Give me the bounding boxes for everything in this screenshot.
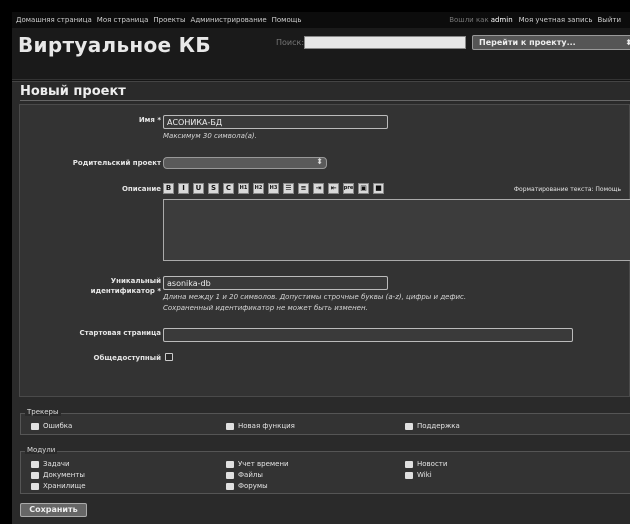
trackers-fieldset: Трекеры Ошибка Новая функция Поддержка (20, 408, 630, 435)
project-jump-label: Перейти к проекту... (479, 38, 576, 47)
checkbox-checked-icon[interactable] (226, 422, 234, 430)
unordered-list-icon[interactable]: ☰ (283, 183, 294, 194)
current-user[interactable]: admin (491, 16, 513, 24)
app-title: Виртуальное КБ (18, 33, 211, 57)
checkbox-checked-icon[interactable] (405, 471, 413, 479)
identifier-input[interactable]: asonika-db (163, 276, 388, 290)
tracker-bug[interactable]: Ошибка (31, 422, 72, 430)
checkbox-checked-icon[interactable] (31, 422, 39, 430)
tracker-support[interactable]: Поддержка (405, 422, 460, 430)
parent-label: Родительский проект (72, 159, 161, 167)
project-form-box: Имя * АСОНИКА-БД Максимум 30 символа(а).… (19, 104, 630, 397)
public-checkbox[interactable] (165, 353, 173, 361)
preformatted-icon[interactable]: pre (343, 183, 354, 194)
trackers-legend: Трекеры (25, 408, 61, 416)
menu-projects[interactable]: Проекты (153, 16, 185, 24)
homepage-input[interactable] (163, 328, 573, 342)
description-textarea[interactable]: ⋰ (163, 199, 630, 261)
checkbox-checked-icon[interactable] (226, 460, 234, 468)
search-label: Поиск: (276, 38, 305, 47)
bold-icon[interactable]: B (163, 183, 174, 194)
ordered-list-icon[interactable]: ≡ (298, 183, 309, 194)
module-news[interactable]: Новости (405, 460, 447, 468)
checkbox-checked-icon[interactable] (31, 460, 39, 468)
modules-fieldset: Модули Задачи Учет времени Новости Докум… (20, 446, 630, 494)
menu-administration[interactable]: Администрирование (191, 16, 267, 24)
module-time-tracking[interactable]: Учет времени (226, 460, 289, 468)
module-repository[interactable]: Хранилище (31, 482, 86, 490)
top-menu: Домашняя страница Моя страница Проекты А… (12, 12, 630, 28)
divider (20, 100, 630, 101)
search-input[interactable] (304, 36, 466, 49)
checkbox-checked-icon[interactable] (405, 460, 413, 468)
description-label: Описание (121, 185, 161, 193)
underline-icon[interactable]: U (193, 183, 204, 194)
chevron-updown-icon: ⬍ (625, 38, 630, 47)
project-jump-select[interactable]: Перейти к проекту... ⬍ (472, 35, 630, 50)
menu-my-page[interactable]: Моя страница (97, 16, 149, 24)
module-files[interactable]: Файлы (226, 471, 263, 479)
checkbox-checked-icon[interactable] (31, 482, 39, 490)
menu-my-account[interactable]: Моя учетная запись (519, 16, 593, 24)
heading3-icon[interactable]: H3 (268, 183, 279, 194)
module-documents[interactable]: Документы (31, 471, 85, 479)
logged-in-label: Вошли как (449, 16, 489, 24)
checkbox-checked-icon[interactable] (226, 482, 234, 490)
menu-logout[interactable]: Выйти (597, 16, 621, 24)
header: Виртуальное КБ Поиск: Перейти к проекту.… (12, 28, 630, 80)
identifier-label: Уникальный идентификатор * (90, 277, 161, 295)
parent-select[interactable]: ⬍ (163, 157, 327, 169)
checkbox-checked-icon[interactable] (226, 471, 234, 479)
modules-legend: Модули (25, 446, 58, 454)
module-wiki[interactable]: Wiki (405, 471, 432, 479)
page-title: Новый проект (20, 84, 126, 99)
module-issues[interactable]: Задачи (31, 460, 70, 468)
name-hint: Максимум 30 символа(а). (163, 132, 257, 140)
tracker-feature[interactable]: Новая функция (226, 422, 295, 430)
outdent-icon[interactable]: ⇤ (328, 183, 339, 194)
code-icon[interactable]: C (223, 183, 234, 194)
module-forums[interactable]: Форумы (226, 482, 268, 490)
menu-help[interactable]: Помощь (272, 16, 302, 24)
heading2-icon[interactable]: H2 (253, 183, 264, 194)
public-label: Общедоступный (93, 354, 161, 362)
menu-home[interactable]: Домашняя страница (16, 16, 92, 24)
chevron-updown-icon: ⬍ (316, 157, 323, 166)
homepage-label: Стартовая страница (79, 329, 161, 337)
indent-icon[interactable]: ⇥ (313, 183, 324, 194)
main-content: Новый проект Имя * АСОНИКА-БД Максимум 3… (12, 81, 630, 524)
name-label: Имя * (138, 116, 161, 124)
heading1-icon[interactable]: H1 (238, 183, 249, 194)
link-icon[interactable]: ■ (373, 183, 384, 194)
image-icon[interactable]: ▣ (358, 183, 369, 194)
strikethrough-icon[interactable]: S (208, 183, 219, 194)
save-button[interactable]: Сохранить (20, 503, 87, 517)
italic-icon[interactable]: I (178, 183, 189, 194)
checkbox-checked-icon[interactable] (31, 471, 39, 479)
app-window: Домашняя страница Моя страница Проекты А… (12, 12, 630, 524)
identifier-hint: Длина между 1 и 20 символов. Допустимы с… (163, 293, 467, 312)
name-input[interactable]: АСОНИКА-БД (163, 115, 388, 129)
formatting-help-link[interactable]: Форматирование текста: Помощь (514, 186, 621, 193)
editor-toolbar: B I U S C H1 H2 H3 ☰ ≡ ⇥ ⇤ pre ▣ ■ (163, 183, 384, 194)
checkbox-checked-icon[interactable] (405, 422, 413, 430)
